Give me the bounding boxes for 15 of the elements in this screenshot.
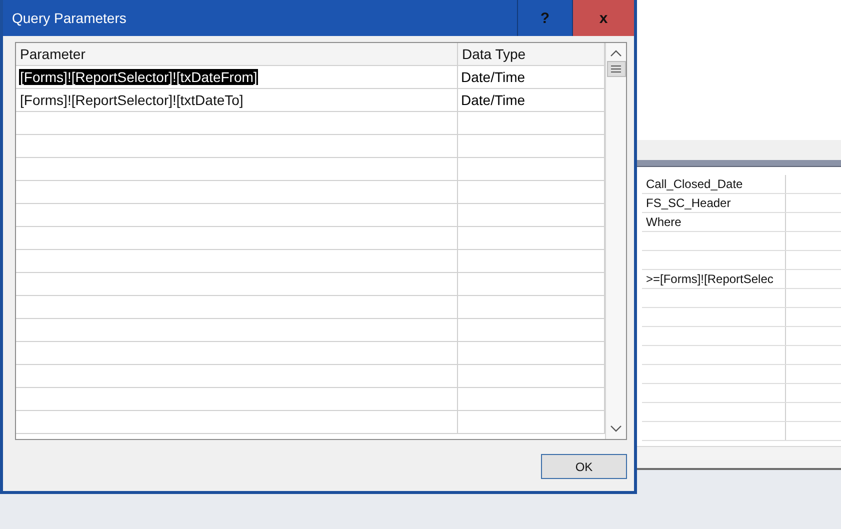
grid-cell: FS_SC_Header xyxy=(642,194,786,212)
scroll-down-icon[interactable] xyxy=(610,425,622,433)
grid-cell: Where xyxy=(642,213,786,231)
scroll-up-icon[interactable] xyxy=(610,49,622,57)
scrollbar[interactable] xyxy=(605,43,626,439)
parameter-cell[interactable]: [Forms]![ReportSelector]![txtDateTo] xyxy=(19,92,244,108)
ok-button[interactable]: OK xyxy=(541,454,627,479)
grid-cell: >=[Forms]![ReportSelec xyxy=(642,270,786,288)
window-title: Query Parameters xyxy=(11,10,128,26)
scroll-thumb[interactable] xyxy=(606,61,626,77)
grid-cell: Call_Closed_Date xyxy=(642,175,786,193)
close-button[interactable]: x xyxy=(572,0,634,36)
column-header: Parameter xyxy=(16,43,458,65)
parameter-cell[interactable]: [Forms]![ReportSelector]![txDateFrom] xyxy=(19,69,258,85)
column-header: Data Type xyxy=(458,43,605,65)
